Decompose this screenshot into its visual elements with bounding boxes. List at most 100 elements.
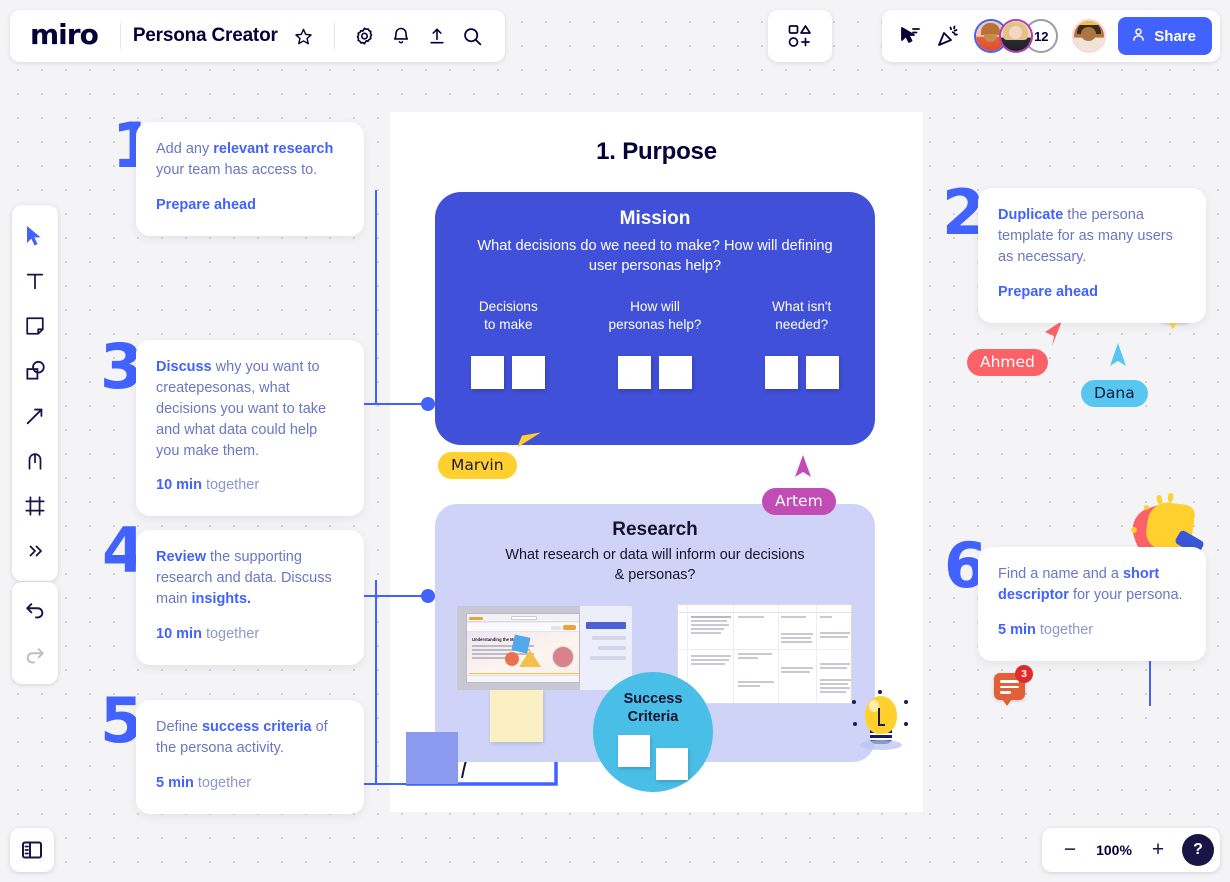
research-question: What research or data will inform our de… bbox=[505, 547, 805, 583]
redo-button[interactable] bbox=[16, 633, 54, 678]
mission-heading: Mission bbox=[619, 208, 691, 229]
sticky-slot-group[interactable] bbox=[435, 356, 582, 390]
apps-panel-button[interactable] bbox=[768, 10, 832, 62]
collaborator-cursor-icon[interactable] bbox=[892, 18, 928, 54]
select-tool[interactable] bbox=[16, 213, 54, 258]
apps-icon bbox=[788, 25, 811, 47]
shapes-tool[interactable] bbox=[16, 348, 54, 393]
sticky-slot-group[interactable] bbox=[728, 356, 875, 390]
upload-icon[interactable] bbox=[419, 18, 455, 54]
research-document-image[interactable] bbox=[677, 604, 852, 704]
step-body: Define success criteria of the persona a… bbox=[156, 719, 328, 756]
empty-sticky-note[interactable] bbox=[618, 356, 651, 390]
cursor-pointer-ahmed bbox=[1042, 318, 1072, 355]
zoom-level[interactable]: 100% bbox=[1094, 842, 1134, 858]
bell-icon[interactable] bbox=[383, 18, 419, 54]
column-label: How will personas help? bbox=[608, 299, 702, 333]
frame-tool[interactable] bbox=[16, 483, 54, 528]
board-title[interactable]: Persona Creator bbox=[133, 25, 278, 47]
step-number-3: 3 bbox=[100, 330, 143, 403]
user-icon bbox=[1130, 26, 1147, 47]
star-icon[interactable] bbox=[286, 18, 322, 54]
cursor-label-dana: Dana bbox=[1081, 380, 1148, 407]
empty-sticky-note[interactable] bbox=[618, 735, 650, 768]
success-sticky-group[interactable] bbox=[618, 735, 688, 781]
cursor-label-ahmed: Ahmed bbox=[967, 349, 1048, 376]
cursor-label-artem: Artem bbox=[762, 488, 836, 515]
sticky-slot-group[interactable] bbox=[582, 356, 729, 390]
mission-columns: Decisions to make How will personas help? … bbox=[435, 298, 875, 390]
mission-column-decisions[interactable]: Decisions to make bbox=[435, 298, 582, 390]
blue-sticky-note[interactable] bbox=[406, 732, 458, 784]
research-screenshot-image[interactable]: Understanding the Market bbox=[457, 606, 632, 690]
share-label: Share bbox=[1154, 27, 1196, 45]
zoom-in-button[interactable]: + bbox=[1144, 836, 1172, 864]
miro-logo[interactable]: miro bbox=[24, 18, 108, 55]
step-duration: 10 min together bbox=[156, 625, 260, 642]
connection-line-tool[interactable] bbox=[16, 393, 54, 438]
mission-card[interactable]: Mission What decisions do we need to mak… bbox=[435, 192, 875, 445]
cursor-label-marvin: Marvin bbox=[438, 452, 517, 479]
divider bbox=[333, 23, 335, 49]
step-card-1[interactable]: Add any relevant research your team has … bbox=[136, 122, 364, 236]
yellow-sticky-note[interactable] bbox=[490, 690, 543, 742]
comment-badge-orange[interactable]: 3 bbox=[994, 665, 1033, 706]
step-body: Discuss why you want to createpesonas, w… bbox=[156, 359, 327, 459]
comment-count: 3 bbox=[1015, 665, 1033, 683]
step-card-6[interactable]: Find a name and a short descriptor for y… bbox=[978, 547, 1206, 661]
empty-sticky-note[interactable] bbox=[764, 356, 798, 390]
step-number-2: 2 bbox=[942, 176, 985, 249]
text-tool[interactable] bbox=[16, 258, 54, 303]
empty-sticky-note[interactable] bbox=[805, 356, 839, 390]
success-criteria-circle[interactable]: Success Criteria bbox=[593, 672, 713, 792]
step-body: Add any relevant research your team has … bbox=[156, 141, 334, 178]
frame-title: 1. Purpose bbox=[596, 138, 717, 165]
step-card-4[interactable]: Review the supporting research and data.… bbox=[136, 530, 364, 665]
collaborator-avatars[interactable]: 12 bbox=[974, 19, 1059, 53]
mission-question: What decisions do we need to make? How w… bbox=[477, 238, 833, 275]
step-card-3[interactable]: Discuss why you want to createpesonas, w… bbox=[136, 340, 364, 517]
sticky-note-tool[interactable] bbox=[16, 303, 54, 348]
undo-button[interactable] bbox=[16, 588, 54, 633]
step-duration: 5 min together bbox=[156, 774, 252, 791]
step-number-5: 5 bbox=[100, 684, 143, 757]
divider bbox=[119, 23, 121, 49]
step-card-5[interactable]: Define success criteria of the persona a… bbox=[136, 700, 364, 814]
mission-column-help[interactable]: How will personas help? bbox=[582, 298, 729, 390]
column-label: Decisions to make bbox=[478, 299, 538, 333]
empty-sticky-note[interactable] bbox=[656, 748, 688, 781]
empty-sticky-note[interactable] bbox=[471, 356, 505, 390]
step-body: Find a name and a short descriptor for y… bbox=[998, 566, 1183, 603]
cursor-pointer-dana bbox=[1104, 340, 1132, 375]
empty-sticky-note[interactable] bbox=[512, 356, 546, 390]
step-card-2[interactable]: Duplicate the persona template for as ma… bbox=[978, 188, 1206, 323]
share-button[interactable]: Share bbox=[1118, 17, 1212, 55]
zoom-out-button[interactable]: − bbox=[1056, 836, 1084, 864]
undo-redo-group bbox=[12, 582, 58, 684]
celebrate-icon[interactable] bbox=[930, 18, 966, 54]
miro-canvas[interactable]: 1. Purpose Mission What decisions do we … bbox=[0, 0, 1230, 882]
pen-tool[interactable] bbox=[16, 438, 54, 483]
gear-icon[interactable] bbox=[347, 18, 383, 54]
lightbulb-emoji bbox=[852, 690, 910, 750]
step-body: Review the supporting research and data.… bbox=[156, 549, 332, 607]
step-body: Duplicate the persona template for as ma… bbox=[998, 207, 1173, 265]
avatar[interactable] bbox=[999, 19, 1034, 53]
step-lead: Prepare ahead bbox=[998, 283, 1098, 300]
empty-sticky-note[interactable] bbox=[659, 356, 692, 390]
search-icon[interactable] bbox=[455, 18, 491, 54]
research-heading: Research bbox=[612, 519, 698, 540]
left-toolbar bbox=[12, 205, 58, 581]
current-user-avatar[interactable] bbox=[1072, 19, 1107, 53]
help-button[interactable]: ? bbox=[1182, 834, 1214, 866]
panel-toggle-button[interactable] bbox=[10, 828, 54, 872]
cursor-pointer-marvin bbox=[516, 425, 542, 460]
more-tools[interactable] bbox=[16, 528, 54, 573]
zoom-controls: − 100% + ? bbox=[1042, 828, 1220, 872]
success-criteria-label: Success Criteria bbox=[623, 691, 683, 726]
top-bar-right: 12 Share bbox=[882, 10, 1220, 62]
cursor-pointer-artem bbox=[790, 452, 816, 487]
top-bar-left: miro Persona Creator bbox=[10, 10, 505, 62]
mission-column-not-needed[interactable]: What isn't needed? bbox=[728, 298, 875, 390]
column-label: What isn't needed? bbox=[772, 299, 832, 333]
